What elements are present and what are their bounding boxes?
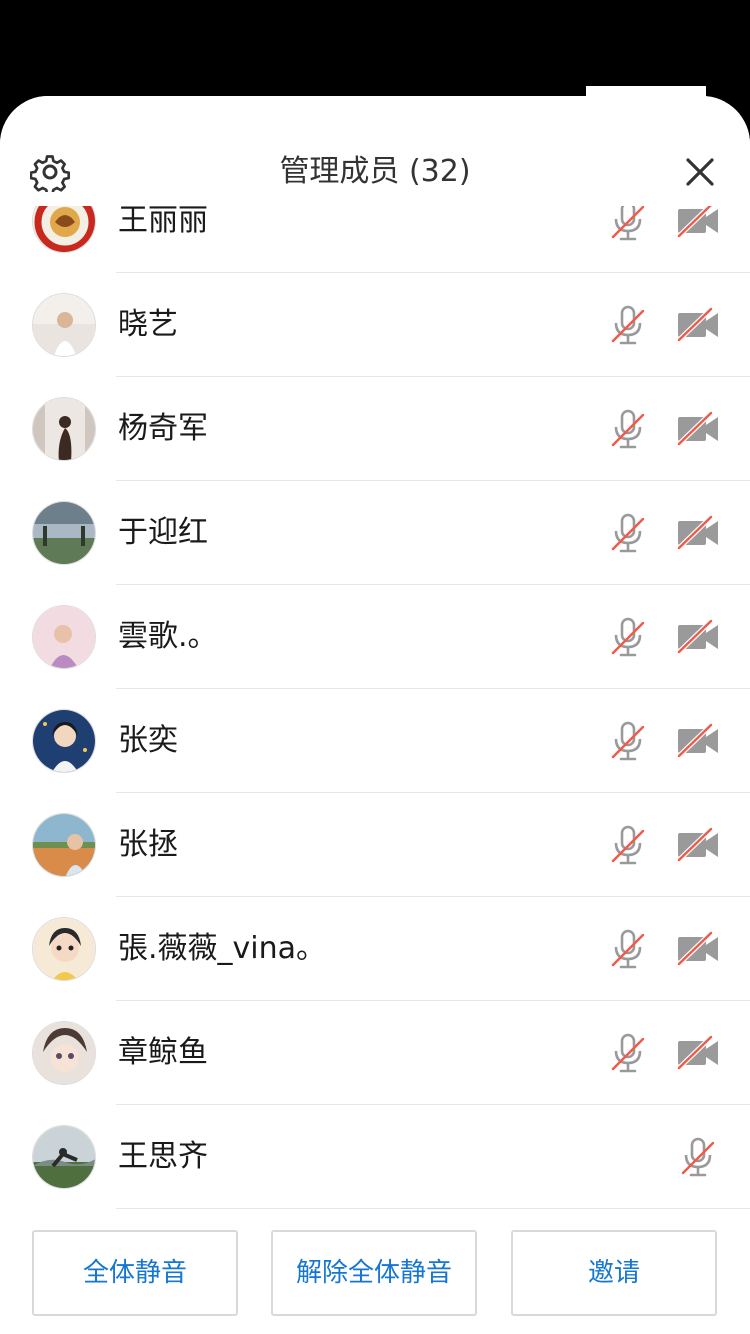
mic-muted-icon[interactable] (606, 511, 650, 555)
camera-off-icon[interactable] (676, 722, 720, 760)
avatar (32, 917, 96, 981)
list-item[interactable]: 雲歌.。 (0, 585, 750, 689)
camera-off-icon[interactable] (676, 514, 720, 552)
camera-off-icon[interactable] (676, 1034, 720, 1072)
avatar (32, 605, 96, 669)
avatar (32, 709, 96, 773)
divider (116, 1208, 750, 1209)
member-name: 晓艺 (118, 307, 178, 342)
avatar (32, 397, 96, 461)
member-name: 章鲸鱼 (118, 1035, 208, 1070)
mic-muted-icon[interactable] (606, 927, 650, 971)
invite-button[interactable]: 邀请 (511, 1230, 717, 1316)
close-icon[interactable] (682, 154, 718, 190)
member-name: 于迎红 (118, 515, 208, 550)
camera-off-icon[interactable] (676, 826, 720, 864)
camera-off-icon[interactable] (676, 618, 720, 656)
footer-actions: 全体静音 解除全体静音 邀请 (0, 1222, 750, 1334)
mic-muted-icon[interactable] (606, 303, 650, 347)
manage-members-sheet: 管理成员 (32) 王丽丽 晓艺 杨奇军 于迎红 雲歌.。 张奕 张拯 張.薇薇… (0, 96, 750, 1334)
list-item[interactable]: 王丽丽 (0, 206, 750, 273)
mic-muted-icon[interactable] (606, 615, 650, 659)
list-item[interactable]: 于迎红 (0, 481, 750, 585)
screen: 管理成员 (32) 王丽丽 晓艺 杨奇军 于迎红 雲歌.。 张奕 张拯 張.薇薇… (0, 0, 750, 1334)
member-name: 張.薇薇_vina。 (118, 931, 327, 966)
list-item[interactable]: 王思齐 (0, 1105, 750, 1209)
mic-muted-icon[interactable] (606, 206, 650, 243)
member-name: 张奕 (118, 723, 178, 758)
member-name: 杨奇军 (118, 411, 208, 446)
mic-muted-icon[interactable] (606, 1031, 650, 1075)
camera-off-icon[interactable] (676, 306, 720, 344)
list-item[interactable]: 晓艺 (0, 273, 750, 377)
member-name: 张拯 (118, 827, 178, 862)
avatar (32, 293, 96, 357)
list-item[interactable]: 章鲸鱼 (0, 1001, 750, 1105)
member-name: 雲歌.。 (118, 619, 218, 654)
unmute-all-button[interactable]: 解除全体静音 (271, 1230, 477, 1316)
member-name: 王思齐 (118, 1139, 208, 1174)
avatar (32, 1125, 96, 1189)
avatar (32, 813, 96, 877)
list-item[interactable]: 張.薇薇_vina。 (0, 897, 750, 1001)
member-list-viewport[interactable]: 王丽丽 晓艺 杨奇军 于迎红 雲歌.。 张奕 张拯 張.薇薇_vina。 章鲸鱼… (0, 206, 750, 1222)
sheet-header: 管理成员 (32) (0, 96, 750, 206)
member-name: 王丽丽 (118, 206, 208, 238)
mic-muted-icon[interactable] (606, 823, 650, 867)
camera-off-icon[interactable] (676, 206, 720, 240)
mic-muted-icon[interactable] (676, 1135, 720, 1179)
list-item[interactable]: 张拯 (0, 793, 750, 897)
avatar (32, 501, 96, 565)
mic-muted-icon[interactable] (606, 407, 650, 451)
camera-off-icon[interactable] (676, 930, 720, 968)
page-title: 管理成员 (32) (279, 154, 471, 189)
mic-muted-icon[interactable] (606, 719, 650, 763)
list-item[interactable]: 张奕 (0, 689, 750, 793)
list-item[interactable]: 杨奇军 (0, 377, 750, 481)
mute-all-button[interactable]: 全体静音 (32, 1230, 238, 1316)
member-list: 王丽丽 晓艺 杨奇军 于迎红 雲歌.。 张奕 张拯 張.薇薇_vina。 章鲸鱼… (0, 206, 750, 1209)
avatar (32, 206, 96, 253)
avatar (32, 1021, 96, 1085)
camera-off-icon[interactable] (676, 410, 720, 448)
